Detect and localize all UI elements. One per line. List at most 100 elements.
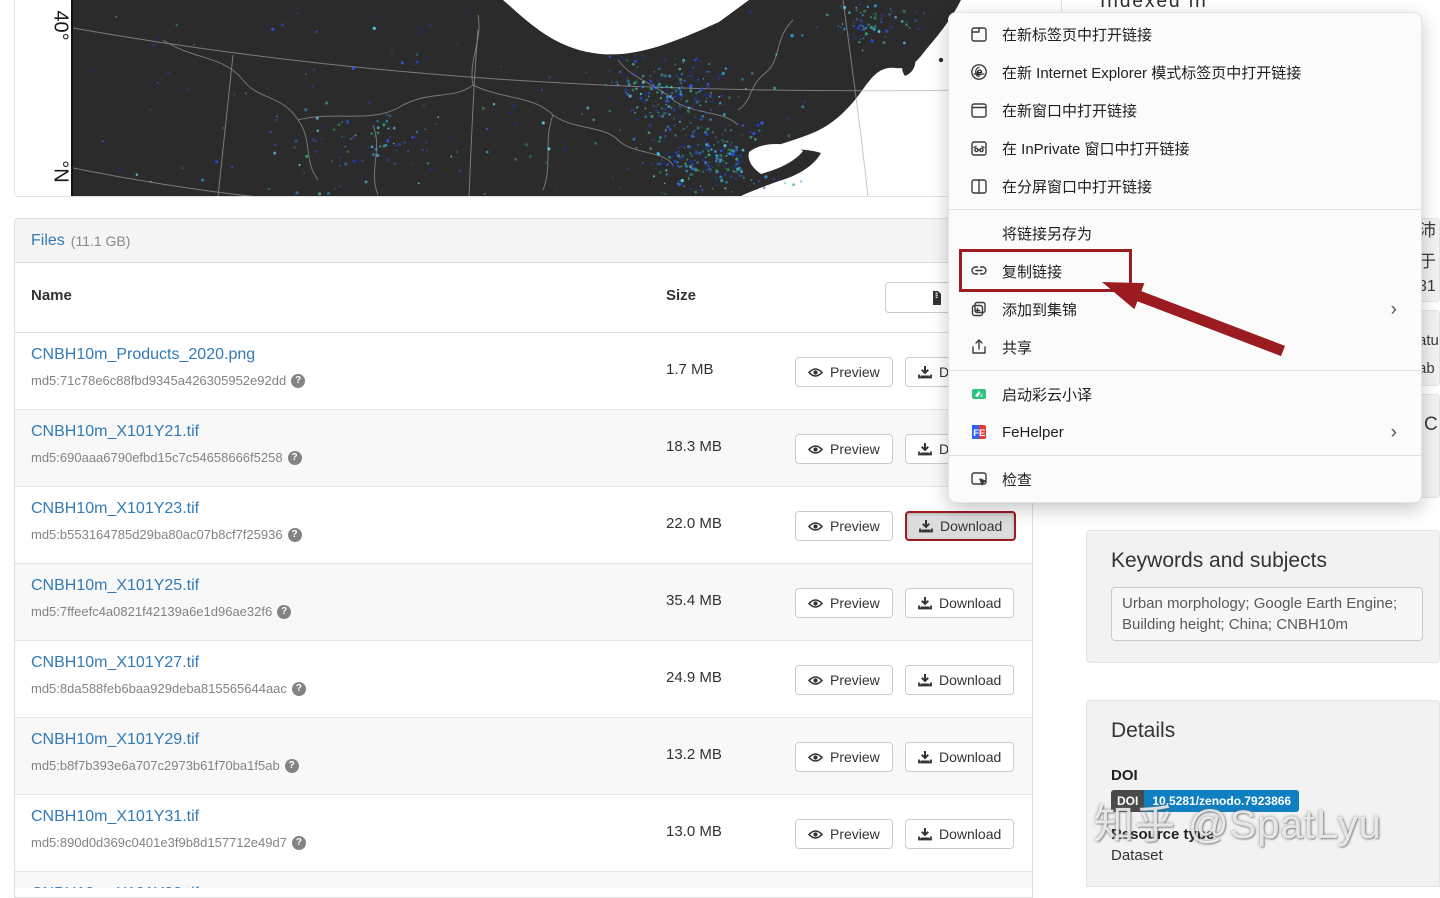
download-label: Download (940, 518, 1003, 534)
files-panel: Files (11.1 GB) Name Size Dow CNBH10m_Pr… (14, 218, 1033, 898)
menu-item-2[interactable]: 在新窗口中打开链接 (949, 91, 1421, 129)
table-row: CNBH10m_X101Y23.tif md5:b553164785d29ba80… (15, 487, 1032, 564)
download-button[interactable]: Download (905, 819, 1015, 849)
download-button[interactable]: Download (905, 742, 1015, 772)
file-link[interactable]: CNBH10m_X101Y29.tif (31, 731, 199, 749)
files-link[interactable]: Files (31, 232, 65, 250)
table-row: CNBH10m_Products_2020.png md5:71c78e6c88f… (15, 333, 1032, 410)
menu-item-label: 在分屏窗口中打开链接 (1002, 178, 1153, 196)
file-md5: md5:8da588feb6baa929deba815565644aac? (31, 681, 306, 696)
menu-item-4[interactable]: 在分屏窗口中打开链接 (949, 167, 1421, 205)
map-preview-card: 40° °N (14, 0, 1062, 197)
menu-item-label: 启动彩云小译 (1002, 386, 1093, 404)
help-icon[interactable]: ? (291, 681, 306, 696)
archive-file-icon (933, 290, 942, 305)
file-md5: md5:71c78e6c88fbd9345a426305952e92dd? (31, 373, 306, 388)
preview-button[interactable]: Preview (795, 511, 893, 541)
map-frame (71, 0, 1061, 196)
table-row: CNBH10m_X101Y29.tif md5:b8f7b393e6a707c29… (15, 718, 1032, 795)
download-icon (918, 366, 932, 379)
menu-item-label: 在新标签页中打开链接 (1002, 26, 1153, 44)
help-icon[interactable]: ? (291, 835, 306, 850)
submenu-chevron-icon: › (1390, 421, 1397, 443)
fehelper-icon: FE (968, 421, 990, 443)
preview-label: Preview (830, 364, 880, 380)
file-link[interactable]: CNBH10m_X101Y23.tif (31, 500, 199, 518)
download-label: Download (939, 749, 1002, 765)
ie-mode-icon: e (968, 61, 990, 83)
preview-label: Preview (830, 441, 880, 457)
menu-item-5[interactable]: 将链接另存为 (949, 214, 1421, 252)
eye-icon (808, 521, 823, 531)
file-md5: md5:b8f7b393e6a707c2973b61f70ba1f5ab? (31, 758, 299, 773)
preview-button[interactable]: Preview (795, 434, 893, 464)
preview-button[interactable]: Preview (795, 819, 893, 849)
file-link[interactable]: CNBH10m_X101Y27.tif (31, 654, 199, 672)
column-header-size: Size (666, 287, 697, 304)
file-md5: md5:890d0d369c0401e3f9b8d157712e49d7? (31, 835, 306, 850)
preview-button[interactable]: Preview (795, 357, 893, 387)
svg-text:e: e (976, 67, 982, 79)
download-button[interactable]: Download (905, 511, 1017, 541)
preview-label: Preview (830, 826, 880, 842)
zhihu-watermark: 知乎 @SpatLyu (1094, 803, 1383, 847)
preview-label: Preview (830, 518, 880, 534)
file-link[interactable]: CNBH10m_X101Y21.tif (31, 423, 199, 441)
download-icon (918, 443, 932, 456)
menu-item-0[interactable]: 在新标签页中打开链接 (949, 15, 1421, 53)
eye-icon (808, 675, 823, 685)
inprivate-icon (968, 137, 990, 159)
menu-item-9[interactable]: 启动彩云小译 (949, 375, 1421, 413)
download-label: Download (939, 672, 1002, 688)
latitude-label-bottom: °N (49, 160, 72, 183)
download-button[interactable]: Download (905, 665, 1015, 695)
split-screen-icon (968, 175, 990, 197)
download-label: Download (939, 595, 1002, 611)
table-row: CNBH10m_X101Y33.tif (15, 872, 1032, 888)
menu-item-label: 将链接另存为 (1002, 225, 1093, 243)
file-size: 13.0 MB (666, 823, 722, 840)
file-size: 1.7 MB (666, 361, 714, 378)
file-link[interactable]: CNBH10m_Products_2020.png (31, 346, 255, 364)
keywords-value: Urban morphology; Google Earth Engine; B… (1111, 587, 1423, 641)
details-title: Details (1111, 719, 1176, 742)
preview-button[interactable]: Preview (795, 742, 893, 772)
help-icon[interactable]: ? (284, 758, 299, 773)
file-size: 22.0 MB (666, 515, 722, 532)
help-icon[interactable]: ? (291, 373, 306, 388)
menu-item-1[interactable]: e 在新 Internet Explorer 模式标签页中打开链接 (949, 53, 1421, 91)
help-icon[interactable]: ? (277, 604, 292, 619)
download-icon (918, 674, 932, 687)
menu-item-11[interactable]: 检查 (949, 460, 1421, 498)
new-window-icon (968, 99, 990, 121)
annotation-arrow (1102, 282, 1285, 357)
inspect-icon (968, 468, 990, 490)
file-link[interactable]: CNBH10m_X101Y31.tif (31, 808, 199, 826)
menu-separator (949, 455, 1421, 456)
eye-icon (808, 829, 823, 839)
file-size: 13.2 MB (666, 746, 722, 763)
preview-label: Preview (830, 595, 880, 611)
menu-item-10[interactable]: FE FeHelper › (949, 413, 1421, 451)
help-icon[interactable]: ? (287, 450, 302, 465)
submenu-chevron-icon: › (1390, 298, 1397, 320)
svg-text:FE: FE (973, 428, 985, 439)
table-row: CNBH10m_X101Y25.tif md5:7ffeefc4a0821f421… (15, 564, 1032, 641)
menu-item-3[interactable]: 在 InPrivate 窗口中打开链接 (949, 129, 1421, 167)
preview-button[interactable]: Preview (795, 665, 893, 695)
preview-button[interactable]: Preview (795, 588, 893, 618)
menu-item-label: 在 InPrivate 窗口中打开链接 (1002, 140, 1190, 158)
files-panel-header: Files (11.1 GB) (15, 219, 1032, 263)
file-md5: md5:b553164785d29ba80ac07b8cf7f25936? (31, 527, 302, 542)
download-button[interactable]: Download (905, 588, 1015, 618)
column-header-name: Name (31, 287, 72, 304)
files-total-size: (11.1 GB) (70, 232, 131, 249)
file-link[interactable]: CNBH10m_X101Y25.tif (31, 577, 199, 595)
table-row: CNBH10m_X101Y27.tif md5:8da588feb6baa929d… (15, 641, 1032, 718)
sidebar-text-fragment: C (1424, 414, 1438, 435)
help-icon[interactable]: ? (287, 527, 302, 542)
doi-label: DOI (1111, 767, 1138, 784)
download-icon (918, 828, 932, 841)
china-building-height-map (73, 0, 1061, 196)
keywords-card: Keywords and subjects Urban morphology; … (1086, 530, 1440, 663)
